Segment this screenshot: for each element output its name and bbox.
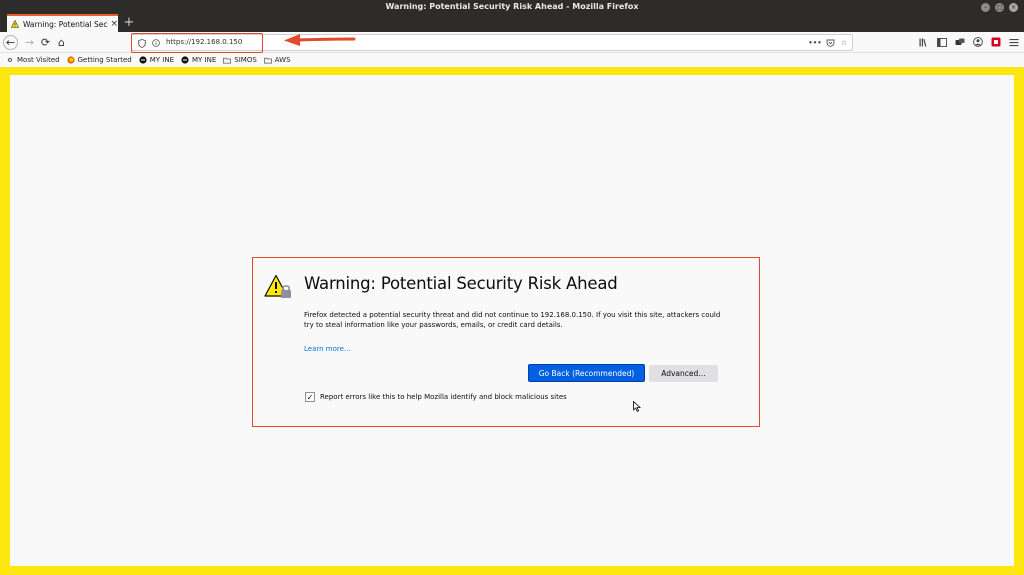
- advanced-button[interactable]: Advanced…: [649, 365, 718, 382]
- folder-icon: [263, 56, 272, 64]
- bookmark-label: AWS: [274, 56, 291, 64]
- warning-icon: [11, 20, 19, 28]
- extension-icon[interactable]: [954, 36, 966, 48]
- bookmark-my-ine-2[interactable]: MY INE: [181, 56, 216, 64]
- report-errors-checkbox[interactable]: ✓: [305, 392, 315, 402]
- red-arrow-annotation: [284, 34, 356, 46]
- home-button[interactable]: ⌂: [54, 35, 69, 50]
- window-controls: – □ ×: [981, 3, 1018, 12]
- bookmark-folder-aws[interactable]: AWS: [263, 56, 291, 64]
- library-icon[interactable]: [918, 36, 930, 48]
- ine-icon: [181, 56, 189, 64]
- gear-icon: ⚙: [7, 56, 13, 64]
- folder-icon: [223, 56, 232, 64]
- page-content: Warning: Potential Security Risk Ahead F…: [10, 75, 1014, 566]
- window-title: Warning: Potential Security Risk Ahead -…: [385, 2, 639, 11]
- url-highlight-annotation: [131, 33, 263, 53]
- bookmark-star-icon[interactable]: ☆: [839, 38, 849, 48]
- report-errors-label: Report errors like this to help Mozilla …: [320, 393, 567, 401]
- security-warning-panel: Warning: Potential Security Risk Ahead F…: [252, 257, 760, 427]
- warning-title: Warning: Potential Security Risk Ahead: [304, 274, 618, 293]
- bookmarks-toolbar: ⚙ Most Visited Getting Started MY INE MY…: [0, 53, 1024, 67]
- warning-lock-icon: [264, 274, 291, 298]
- bookmark-label: MY INE: [149, 56, 174, 64]
- bookmark-getting-started[interactable]: Getting Started: [67, 56, 132, 64]
- ine-icon: [139, 56, 147, 64]
- minimize-button[interactable]: –: [981, 3, 990, 12]
- mouse-cursor-icon: [633, 401, 641, 412]
- browser-tab[interactable]: Warning: Potential Secu ×: [7, 14, 118, 32]
- account-icon[interactable]: [972, 36, 984, 48]
- forward-button[interactable]: →: [22, 35, 37, 50]
- pocket-icon[interactable]: [825, 38, 835, 48]
- tab-close-icon[interactable]: ×: [110, 19, 118, 29]
- page-actions-icon[interactable]: •••: [808, 38, 821, 48]
- bookmark-label: SIMOS: [234, 56, 257, 64]
- maximize-button[interactable]: □: [995, 3, 1004, 12]
- warning-description: Firefox detected a potential security th…: [304, 311, 721, 329]
- bookmark-label: Getting Started: [77, 56, 132, 64]
- back-button[interactable]: ←: [3, 35, 18, 50]
- reload-button[interactable]: ⟳: [38, 35, 53, 50]
- window-titlebar: Warning: Potential Security Risk Ahead -…: [0, 0, 1024, 15]
- tab-strip: [0, 15, 1024, 32]
- bookmark-my-ine-1[interactable]: MY INE: [139, 56, 174, 64]
- bookmark-label: Most Visited: [17, 56, 60, 64]
- bookmark-folder-simos[interactable]: SIMOS: [223, 56, 257, 64]
- addon-red-icon[interactable]: [990, 36, 1002, 48]
- firefox-icon: [67, 56, 75, 64]
- toolbar-right: [918, 36, 1020, 48]
- new-tab-button[interactable]: +: [123, 14, 135, 32]
- learn-more-link[interactable]: Learn more…: [304, 345, 351, 353]
- bookmark-most-visited[interactable]: ⚙ Most Visited: [6, 56, 60, 64]
- tab-title: Warning: Potential Secu: [23, 19, 109, 29]
- sidebar-icon[interactable]: [936, 36, 948, 48]
- bookmark-label: MY INE: [192, 56, 217, 64]
- close-window-button[interactable]: ×: [1009, 3, 1018, 12]
- go-back-button[interactable]: Go Back (Recommended): [528, 364, 645, 382]
- menu-icon[interactable]: [1008, 36, 1020, 48]
